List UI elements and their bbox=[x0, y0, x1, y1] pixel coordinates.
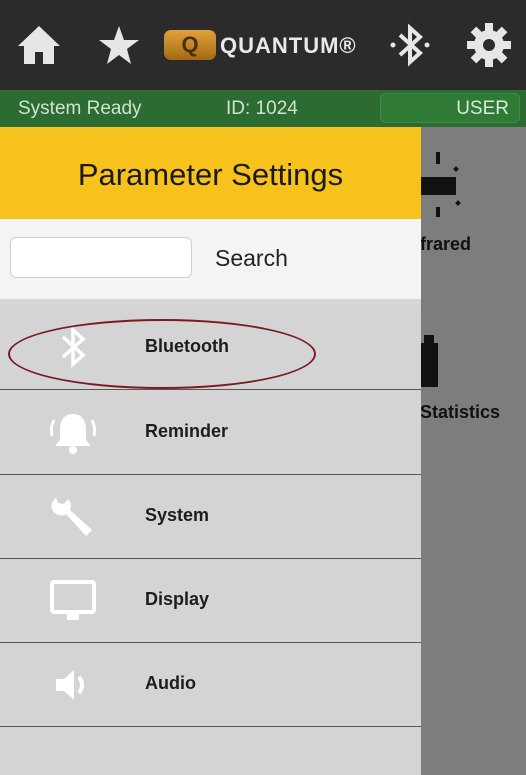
gear-icon[interactable] bbox=[464, 20, 514, 70]
system-status-text: System Ready bbox=[18, 98, 142, 119]
speaker-icon bbox=[56, 670, 84, 700]
status-bar: System Ready ID: 1024 USER bbox=[0, 90, 526, 127]
background-page: frared Statistics bbox=[420, 127, 526, 775]
star-icon[interactable] bbox=[94, 20, 144, 70]
search-row: Search bbox=[0, 219, 421, 299]
device-id: ID: 1024 bbox=[226, 98, 298, 119]
search-input[interactable] bbox=[10, 237, 192, 278]
user-button[interactable]: USER bbox=[380, 93, 520, 123]
parameter-settings-drawer: Parameter Settings Search Bluetooth Remi… bbox=[0, 127, 421, 775]
home-icon[interactable] bbox=[14, 20, 64, 70]
menu-item-label: System bbox=[145, 505, 210, 525]
menu-item-label: Reminder bbox=[145, 421, 229, 441]
menu-item-reminder[interactable]: Reminder bbox=[0, 391, 421, 475]
infrared-tile-label[interactable]: frared bbox=[420, 234, 471, 255]
logo-wordmark: QUANTUM® bbox=[220, 33, 357, 58]
infrared-icon[interactable] bbox=[420, 147, 470, 217]
drawer-title: Parameter Settings bbox=[77, 157, 344, 192]
statistics-icon[interactable] bbox=[420, 335, 442, 387]
logo-mark: Q bbox=[164, 30, 216, 60]
bell-icon bbox=[49, 414, 97, 454]
drawer-footer bbox=[0, 728, 421, 775]
wrench-icon bbox=[51, 498, 92, 536]
menu-item-bluetooth[interactable]: Bluetooth bbox=[0, 306, 421, 390]
menu-item-audio[interactable]: Audio bbox=[0, 643, 421, 727]
statistics-tile-label[interactable]: Statistics bbox=[420, 402, 500, 423]
menu-item-display[interactable]: Display bbox=[0, 559, 421, 643]
highlight-ring bbox=[8, 319, 316, 389]
monitor-icon bbox=[50, 580, 96, 620]
drawer-header: Parameter Settings bbox=[0, 127, 421, 219]
search-button[interactable]: Search bbox=[215, 245, 288, 272]
menu-item-label: Audio bbox=[145, 673, 196, 693]
menu-item-system[interactable]: System bbox=[0, 475, 421, 559]
menu-item-label: Display bbox=[145, 589, 210, 609]
bluetooth-icon[interactable] bbox=[386, 20, 436, 70]
top-navigation-bar: Q QUANTUM® bbox=[0, 0, 526, 90]
